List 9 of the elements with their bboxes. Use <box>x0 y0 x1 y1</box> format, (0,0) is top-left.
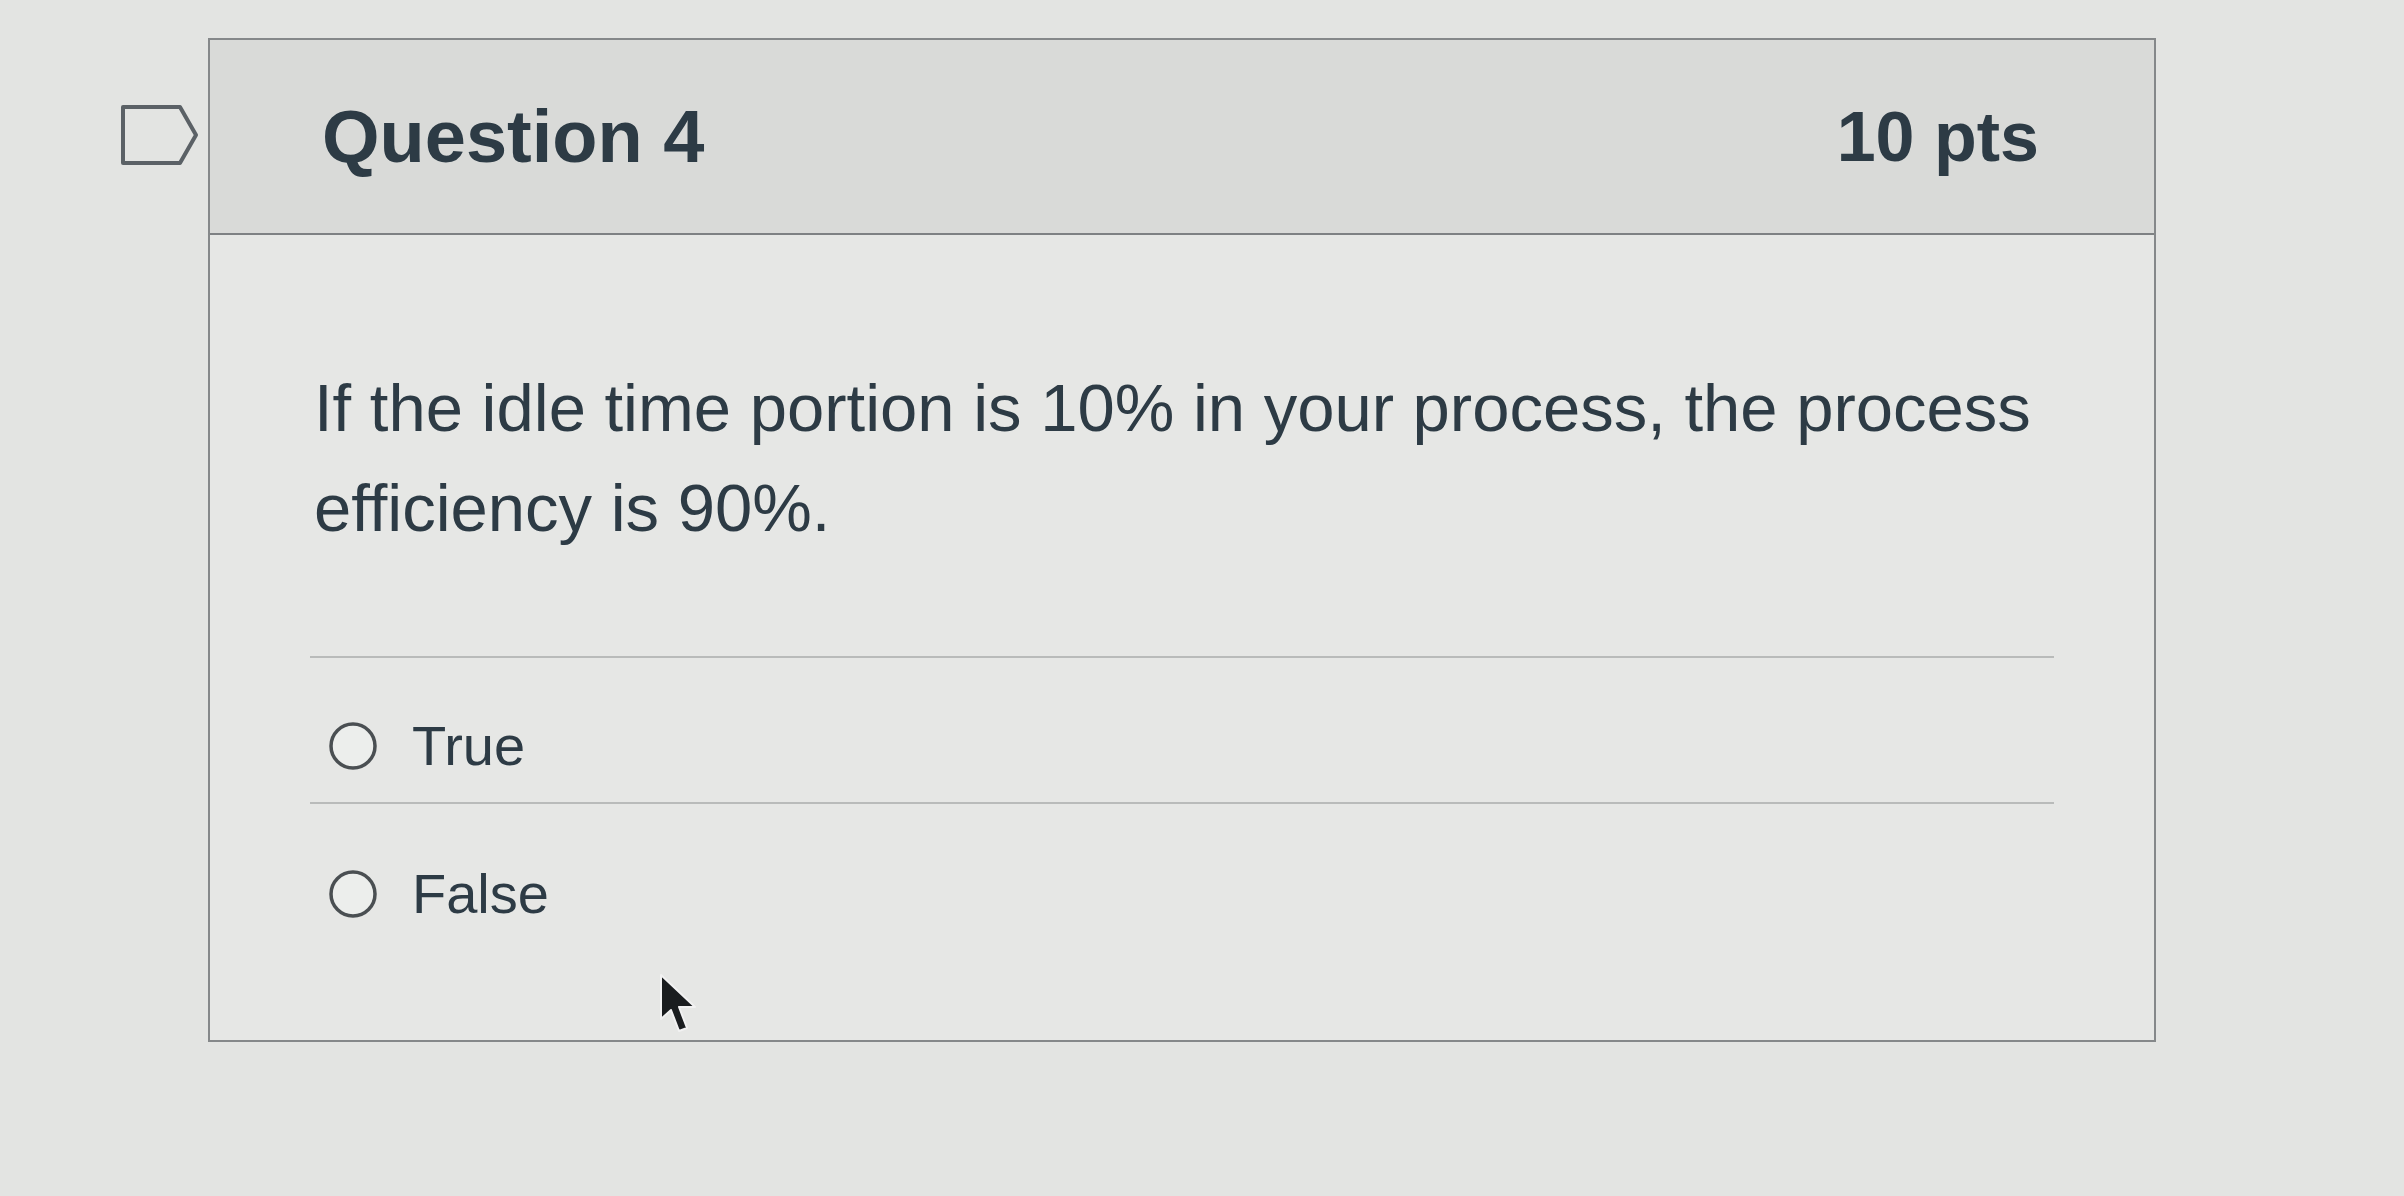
flag-icon[interactable] <box>120 104 199 166</box>
radio-button[interactable] <box>328 869 378 919</box>
option-label: False <box>412 864 549 924</box>
mouse-pointer-icon <box>659 973 699 1035</box>
answer-option[interactable]: False <box>310 802 2054 924</box>
option-label: True <box>412 716 526 776</box>
radio-button[interactable] <box>328 721 378 771</box>
question-text: If the idle time portion is 10% in your process, the process efficiency is 90%. <box>313 369 2032 547</box>
answer-option[interactable]: True <box>310 656 2054 802</box>
